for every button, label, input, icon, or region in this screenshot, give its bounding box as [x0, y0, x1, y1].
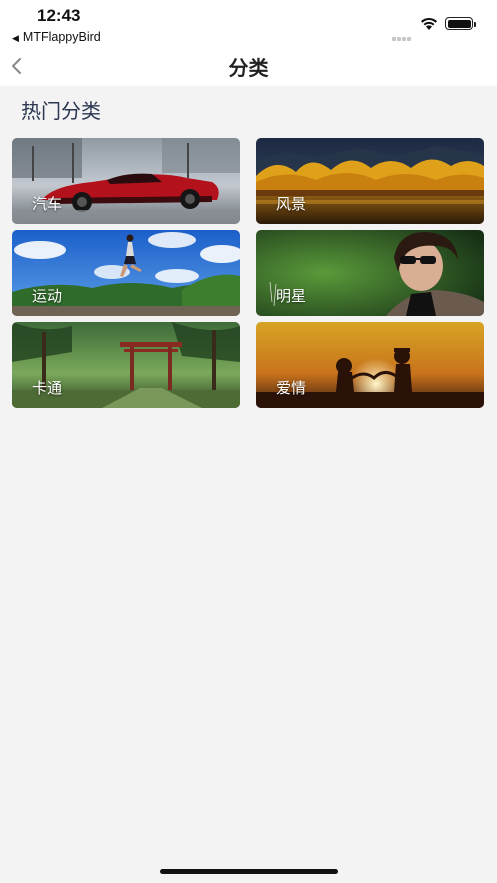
category-label-sports: 运动	[32, 287, 63, 305]
category-card-love[interactable]: 爱情	[256, 322, 484, 408]
home-indicator[interactable]	[160, 869, 338, 874]
category-card-celebrity[interactable]: 明星	[256, 230, 484, 316]
category-label-scenery: 风景	[276, 195, 307, 213]
category-label-cars: 汽车	[32, 195, 63, 213]
battery-icon	[445, 17, 476, 30]
section-title: 热门分类	[21, 99, 101, 123]
category-label-celebrity: 明星	[276, 287, 307, 305]
category-label-love: 爱情	[276, 379, 307, 397]
status-bar: 12:43 ◀ MTFlappyBird	[0, 0, 497, 48]
category-card-cartoon[interactable]: 卡通	[12, 322, 240, 408]
navigation-bar: 分类	[0, 48, 497, 86]
back-triangle-icon: ◀	[12, 33, 19, 43]
category-card-cars[interactable]: 汽车	[12, 138, 240, 224]
back-to-app-link[interactable]: ◀ MTFlappyBird	[12, 30, 101, 44]
category-card-sports[interactable]: 运动	[12, 230, 240, 316]
category-label-cartoon: 卡通	[32, 379, 63, 397]
back-app-name: MTFlappyBird	[22, 30, 101, 44]
category-card-scenery[interactable]: 风景	[256, 138, 484, 224]
cellular-signal-icon	[392, 26, 412, 45]
wifi-icon	[421, 17, 437, 30]
status-time: 12:43	[37, 6, 81, 25]
page-title: 分类	[228, 56, 269, 80]
